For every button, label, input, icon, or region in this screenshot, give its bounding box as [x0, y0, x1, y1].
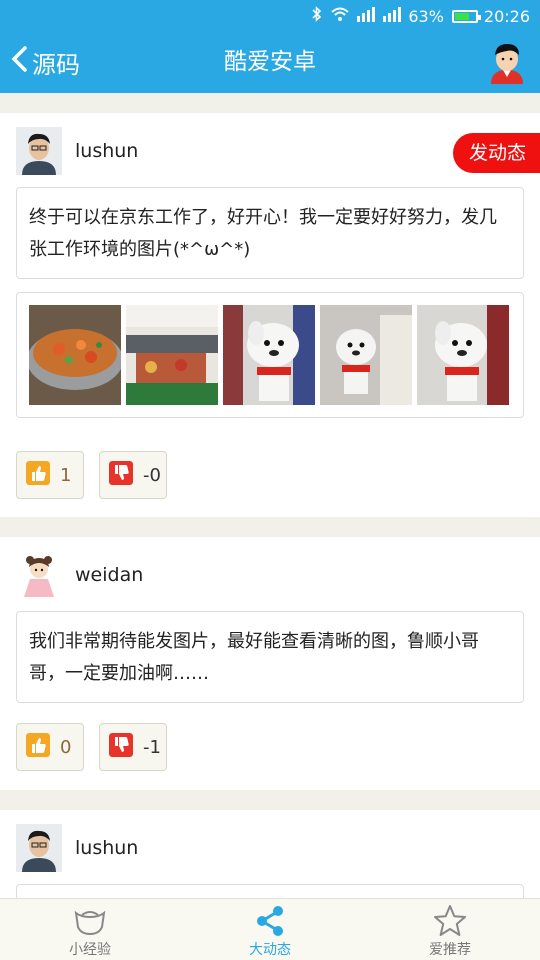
- nav-tab-experience[interactable]: 小经验: [0, 899, 180, 960]
- wifi-icon: [330, 6, 350, 26]
- username[interactable]: lushun: [75, 810, 138, 886]
- like-button[interactable]: 0: [16, 723, 84, 771]
- like-count: 1: [60, 464, 72, 486]
- vote-bar: 1 -0: [16, 451, 167, 499]
- photo-thumbnail[interactable]: [417, 305, 509, 405]
- profile-avatar-button[interactable]: [486, 40, 528, 84]
- status-bar: 63% 20:26: [0, 0, 540, 32]
- dislike-button[interactable]: -0: [99, 451, 167, 499]
- avatar[interactable]: [16, 824, 62, 872]
- dislike-count: -1: [143, 736, 161, 758]
- bluetooth-icon: [310, 6, 324, 26]
- feed[interactable]: lushun 发动态 终于可以在京东工作了，好开心！我一定要好好努力，发几张工作…: [0, 93, 540, 898]
- battery-percent: 63%: [408, 6, 444, 26]
- app-bar: 源码 酷爱安卓: [0, 32, 540, 93]
- nav-label: 小经验: [69, 942, 111, 958]
- post-card: weidan 我们非常期待能发图片，最好能查看清晰的图，鲁顺小哥哥，一定要加油啊…: [0, 537, 540, 790]
- image-gallery: [16, 292, 524, 418]
- post-card: lushun: [0, 810, 540, 898]
- post-text: 我们非常期待能发图片，最好能查看清晰的图，鲁顺小哥哥，一定要加油啊……: [16, 611, 524, 703]
- thumbs-up-icon: [26, 460, 50, 490]
- nav-tab-feed[interactable]: 大动态: [180, 899, 360, 960]
- vote-bar: 0 -1: [16, 723, 167, 771]
- thumbs-down-icon: [109, 732, 133, 762]
- thumbs-up-icon: [26, 732, 50, 762]
- clock: 20:26: [483, 6, 530, 26]
- dislike-count: -0: [143, 464, 161, 486]
- username[interactable]: weidan: [75, 537, 143, 613]
- avatar[interactable]: [16, 127, 62, 175]
- post-text: [16, 884, 524, 898]
- dislike-button[interactable]: -1: [99, 723, 167, 771]
- signal-icon: [356, 6, 376, 26]
- user-avatar-icon: [491, 44, 523, 84]
- nav-label: 大动态: [249, 942, 291, 958]
- post-card: lushun 发动态 终于可以在京东工作了，好开心！我一定要好好努力，发几张工作…: [0, 113, 540, 517]
- like-count: 0: [60, 736, 72, 758]
- nav-tab-recommend[interactable]: 爱推荐: [360, 899, 540, 960]
- ingot-icon: [74, 910, 106, 936]
- username[interactable]: lushun: [75, 113, 138, 189]
- photo-thumbnail[interactable]: [223, 305, 315, 405]
- avatar[interactable]: [16, 551, 62, 599]
- photo-thumbnail[interactable]: [320, 305, 412, 405]
- photo-thumbnail[interactable]: [29, 305, 121, 405]
- photo-thumbnail[interactable]: [126, 305, 218, 405]
- nav-label: 爱推荐: [429, 942, 471, 958]
- share-icon: [257, 906, 283, 936]
- post-text: 终于可以在京东工作了，好开心！我一定要好好努力，发几张工作环境的图片(*^ω^*…: [16, 187, 524, 279]
- like-button[interactable]: 1: [16, 451, 84, 499]
- page-title: 酷爱安卓: [224, 49, 316, 75]
- star-icon: [434, 905, 466, 936]
- signal-icon-2: [382, 6, 402, 26]
- battery-icon: [451, 9, 481, 23]
- thumbs-down-icon: [109, 460, 133, 490]
- compose-button[interactable]: 发动态: [452, 133, 540, 173]
- bottom-navigation: 小经验 大动态 爱推荐: [0, 898, 540, 960]
